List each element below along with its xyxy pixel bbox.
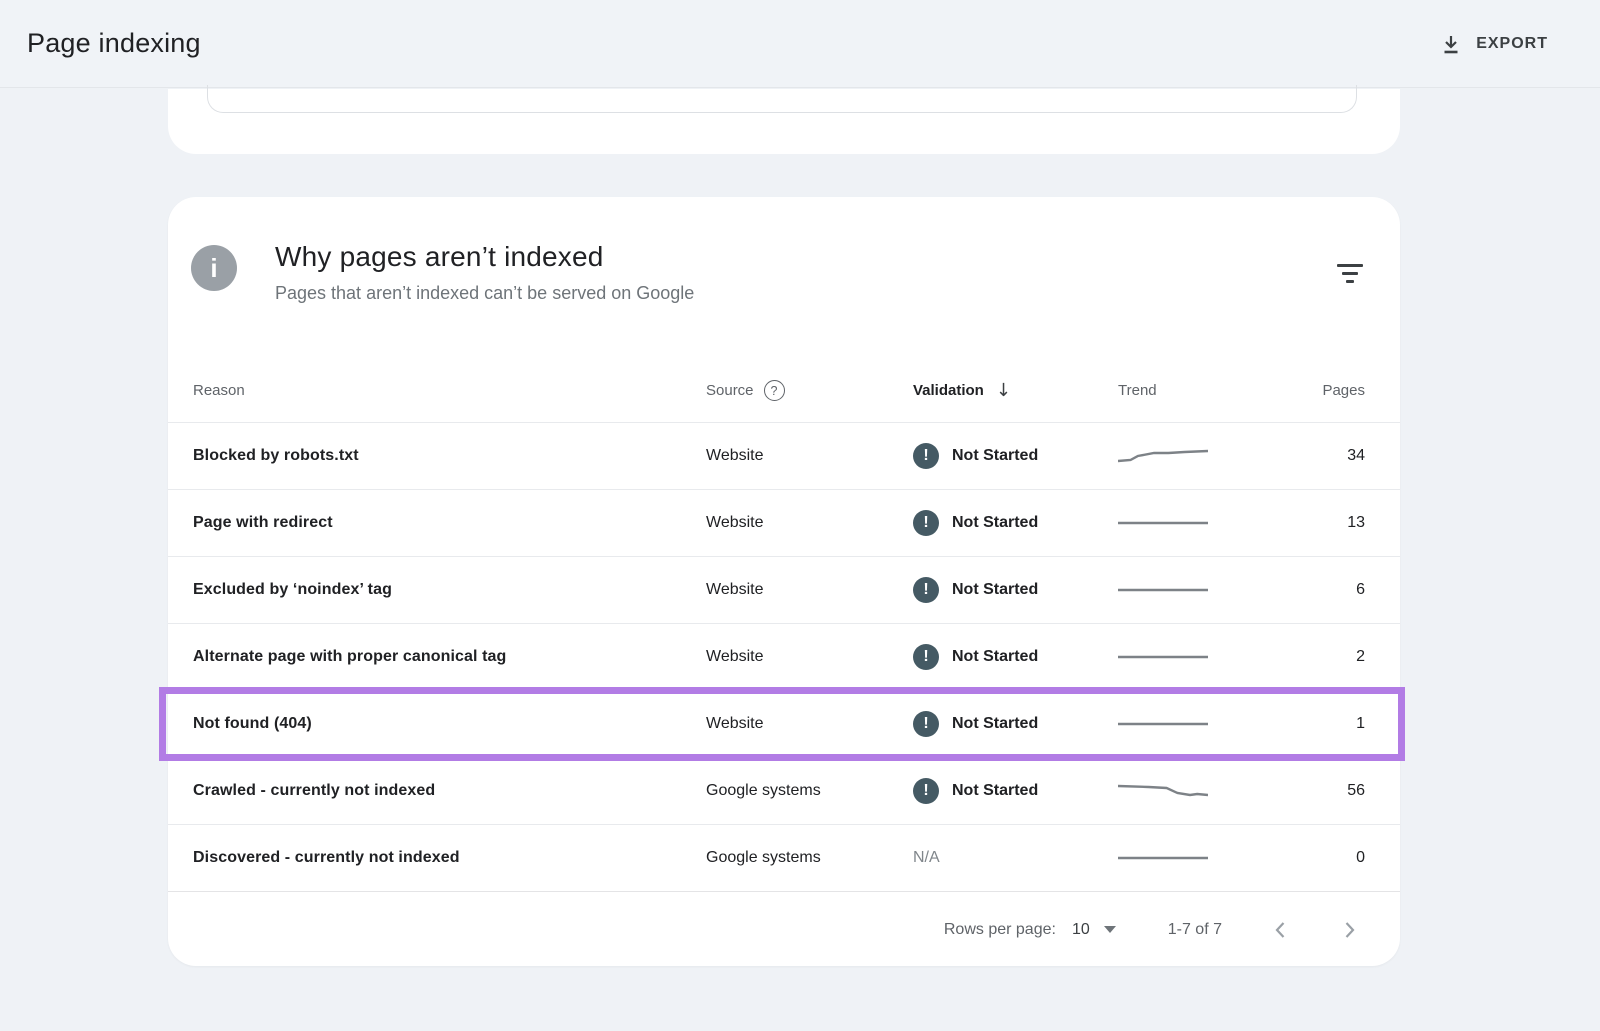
validation-status: Not Started	[952, 715, 1038, 733]
exclamation-icon: !	[913, 778, 939, 804]
source-cell: Website	[706, 715, 913, 733]
source-cell: Google systems	[706, 782, 913, 800]
column-header-trend: Trend	[1118, 382, 1283, 399]
reason-cell: Page with redirect	[193, 514, 706, 532]
pages-count: 6	[1283, 581, 1375, 599]
pagination-range: 1-7 of 7	[1168, 921, 1222, 939]
chevron-left-icon	[1273, 920, 1287, 940]
trend-sparkline	[1118, 510, 1283, 536]
source-cell: Website	[706, 447, 913, 465]
upper-card-inner-panel	[207, 85, 1357, 113]
validation-cell: ! Not Started	[913, 443, 1118, 469]
trend-sparkline	[1118, 845, 1283, 871]
pages-count: 56	[1283, 782, 1375, 800]
filter-list-icon[interactable]	[1330, 253, 1370, 293]
column-header-pages[interactable]: Pages	[1283, 382, 1375, 399]
table-row[interactable]: Not found (404) Website ! Not Started 1	[168, 691, 1400, 758]
exclamation-icon: !	[913, 644, 939, 670]
source-cell: Google systems	[706, 849, 913, 867]
help-icon[interactable]: ?	[764, 380, 785, 401]
card-subtitle: Pages that aren’t indexed can’t be serve…	[275, 283, 694, 304]
validation-status: N/A	[913, 849, 940, 867]
table-row[interactable]: Alternate page with proper canonical tag…	[168, 624, 1400, 691]
reason-cell: Crawled - currently not indexed	[193, 782, 706, 800]
pages-count: 34	[1283, 447, 1375, 465]
validation-cell: ! Not Started	[913, 778, 1118, 804]
reason-cell: Not found (404)	[193, 715, 706, 733]
sort-arrow-down-icon: ↓	[996, 380, 1011, 401]
trend-sparkline	[1118, 778, 1283, 804]
table-row[interactable]: Blocked by robots.txt Website ! Not Star…	[168, 423, 1400, 490]
validation-cell: ! Not Started	[913, 510, 1118, 536]
card-title: Why pages aren’t indexed	[275, 241, 694, 273]
pages-count: 2	[1283, 648, 1375, 666]
validation-status: Not Started	[952, 782, 1038, 800]
table-row[interactable]: Discovered - currently not indexed Googl…	[168, 825, 1400, 892]
reason-cell: Blocked by robots.txt	[193, 447, 706, 465]
exclamation-icon: !	[913, 711, 939, 737]
pages-count: 13	[1283, 514, 1375, 532]
trend-sparkline	[1118, 711, 1283, 737]
validation-cell: ! Not Started	[913, 577, 1118, 603]
info-icon: i	[191, 245, 237, 291]
chevron-right-icon	[1343, 920, 1357, 940]
page-title: Page indexing	[27, 28, 201, 59]
next-page-button[interactable]	[1338, 918, 1362, 942]
reason-cell: Alternate page with proper canonical tag	[193, 648, 706, 666]
column-header-source[interactable]: Source ?	[706, 380, 913, 401]
rows-per-page-label: Rows per page:	[944, 921, 1056, 939]
source-cell: Website	[706, 581, 913, 599]
table-pagination: Rows per page: 10 1-7 of 7	[168, 892, 1400, 967]
reason-cell: Discovered - currently not indexed	[193, 849, 706, 867]
pages-count: 0	[1283, 849, 1375, 867]
table-body: Blocked by robots.txt Website ! Not Star…	[168, 423, 1400, 892]
rows-per-page-select[interactable]: 10	[1072, 921, 1116, 939]
trend-sparkline	[1118, 644, 1283, 670]
exclamation-icon: !	[913, 510, 939, 536]
validation-status: Not Started	[952, 447, 1038, 465]
source-cell: Website	[706, 648, 913, 666]
validation-cell: ! Not Started	[913, 711, 1118, 737]
rows-per-page-value: 10	[1072, 921, 1090, 939]
table-header-row: Reason Source ? Validation ↓ Trend Pages	[168, 359, 1400, 423]
upper-card-partial	[168, 89, 1400, 154]
download-icon	[1440, 33, 1462, 55]
reason-cell: Excluded by ‘noindex’ tag	[193, 581, 706, 599]
table-row[interactable]: Crawled - currently not indexed Google s…	[168, 758, 1400, 825]
top-app-bar: Page indexing EXPORT	[0, 0, 1600, 88]
table-row[interactable]: Excluded by ‘noindex’ tag Website ! Not …	[168, 557, 1400, 624]
validation-status: Not Started	[952, 581, 1038, 599]
validation-cell: ! N/A	[913, 849, 1118, 867]
trend-sparkline	[1118, 443, 1283, 469]
export-button[interactable]: EXPORT	[1440, 33, 1548, 55]
previous-page-button[interactable]	[1268, 918, 1292, 942]
export-button-label: EXPORT	[1476, 35, 1548, 53]
column-header-reason[interactable]: Reason	[193, 382, 706, 399]
table-row[interactable]: Page with redirect Website ! Not Started…	[168, 490, 1400, 557]
source-cell: Website	[706, 514, 913, 532]
why-pages-arent-indexed-card: i Why pages aren’t indexed Pages that ar…	[168, 197, 1400, 966]
exclamation-icon: !	[913, 577, 939, 603]
pages-count: 1	[1283, 715, 1375, 733]
validation-cell: ! Not Started	[913, 644, 1118, 670]
column-header-validation[interactable]: Validation ↓	[913, 380, 1118, 401]
exclamation-icon: !	[913, 443, 939, 469]
validation-status: Not Started	[952, 514, 1038, 532]
validation-status: Not Started	[952, 648, 1038, 666]
card-header: i Why pages aren’t indexed Pages that ar…	[168, 197, 1400, 359]
caret-down-icon	[1104, 926, 1116, 933]
trend-sparkline	[1118, 577, 1283, 603]
